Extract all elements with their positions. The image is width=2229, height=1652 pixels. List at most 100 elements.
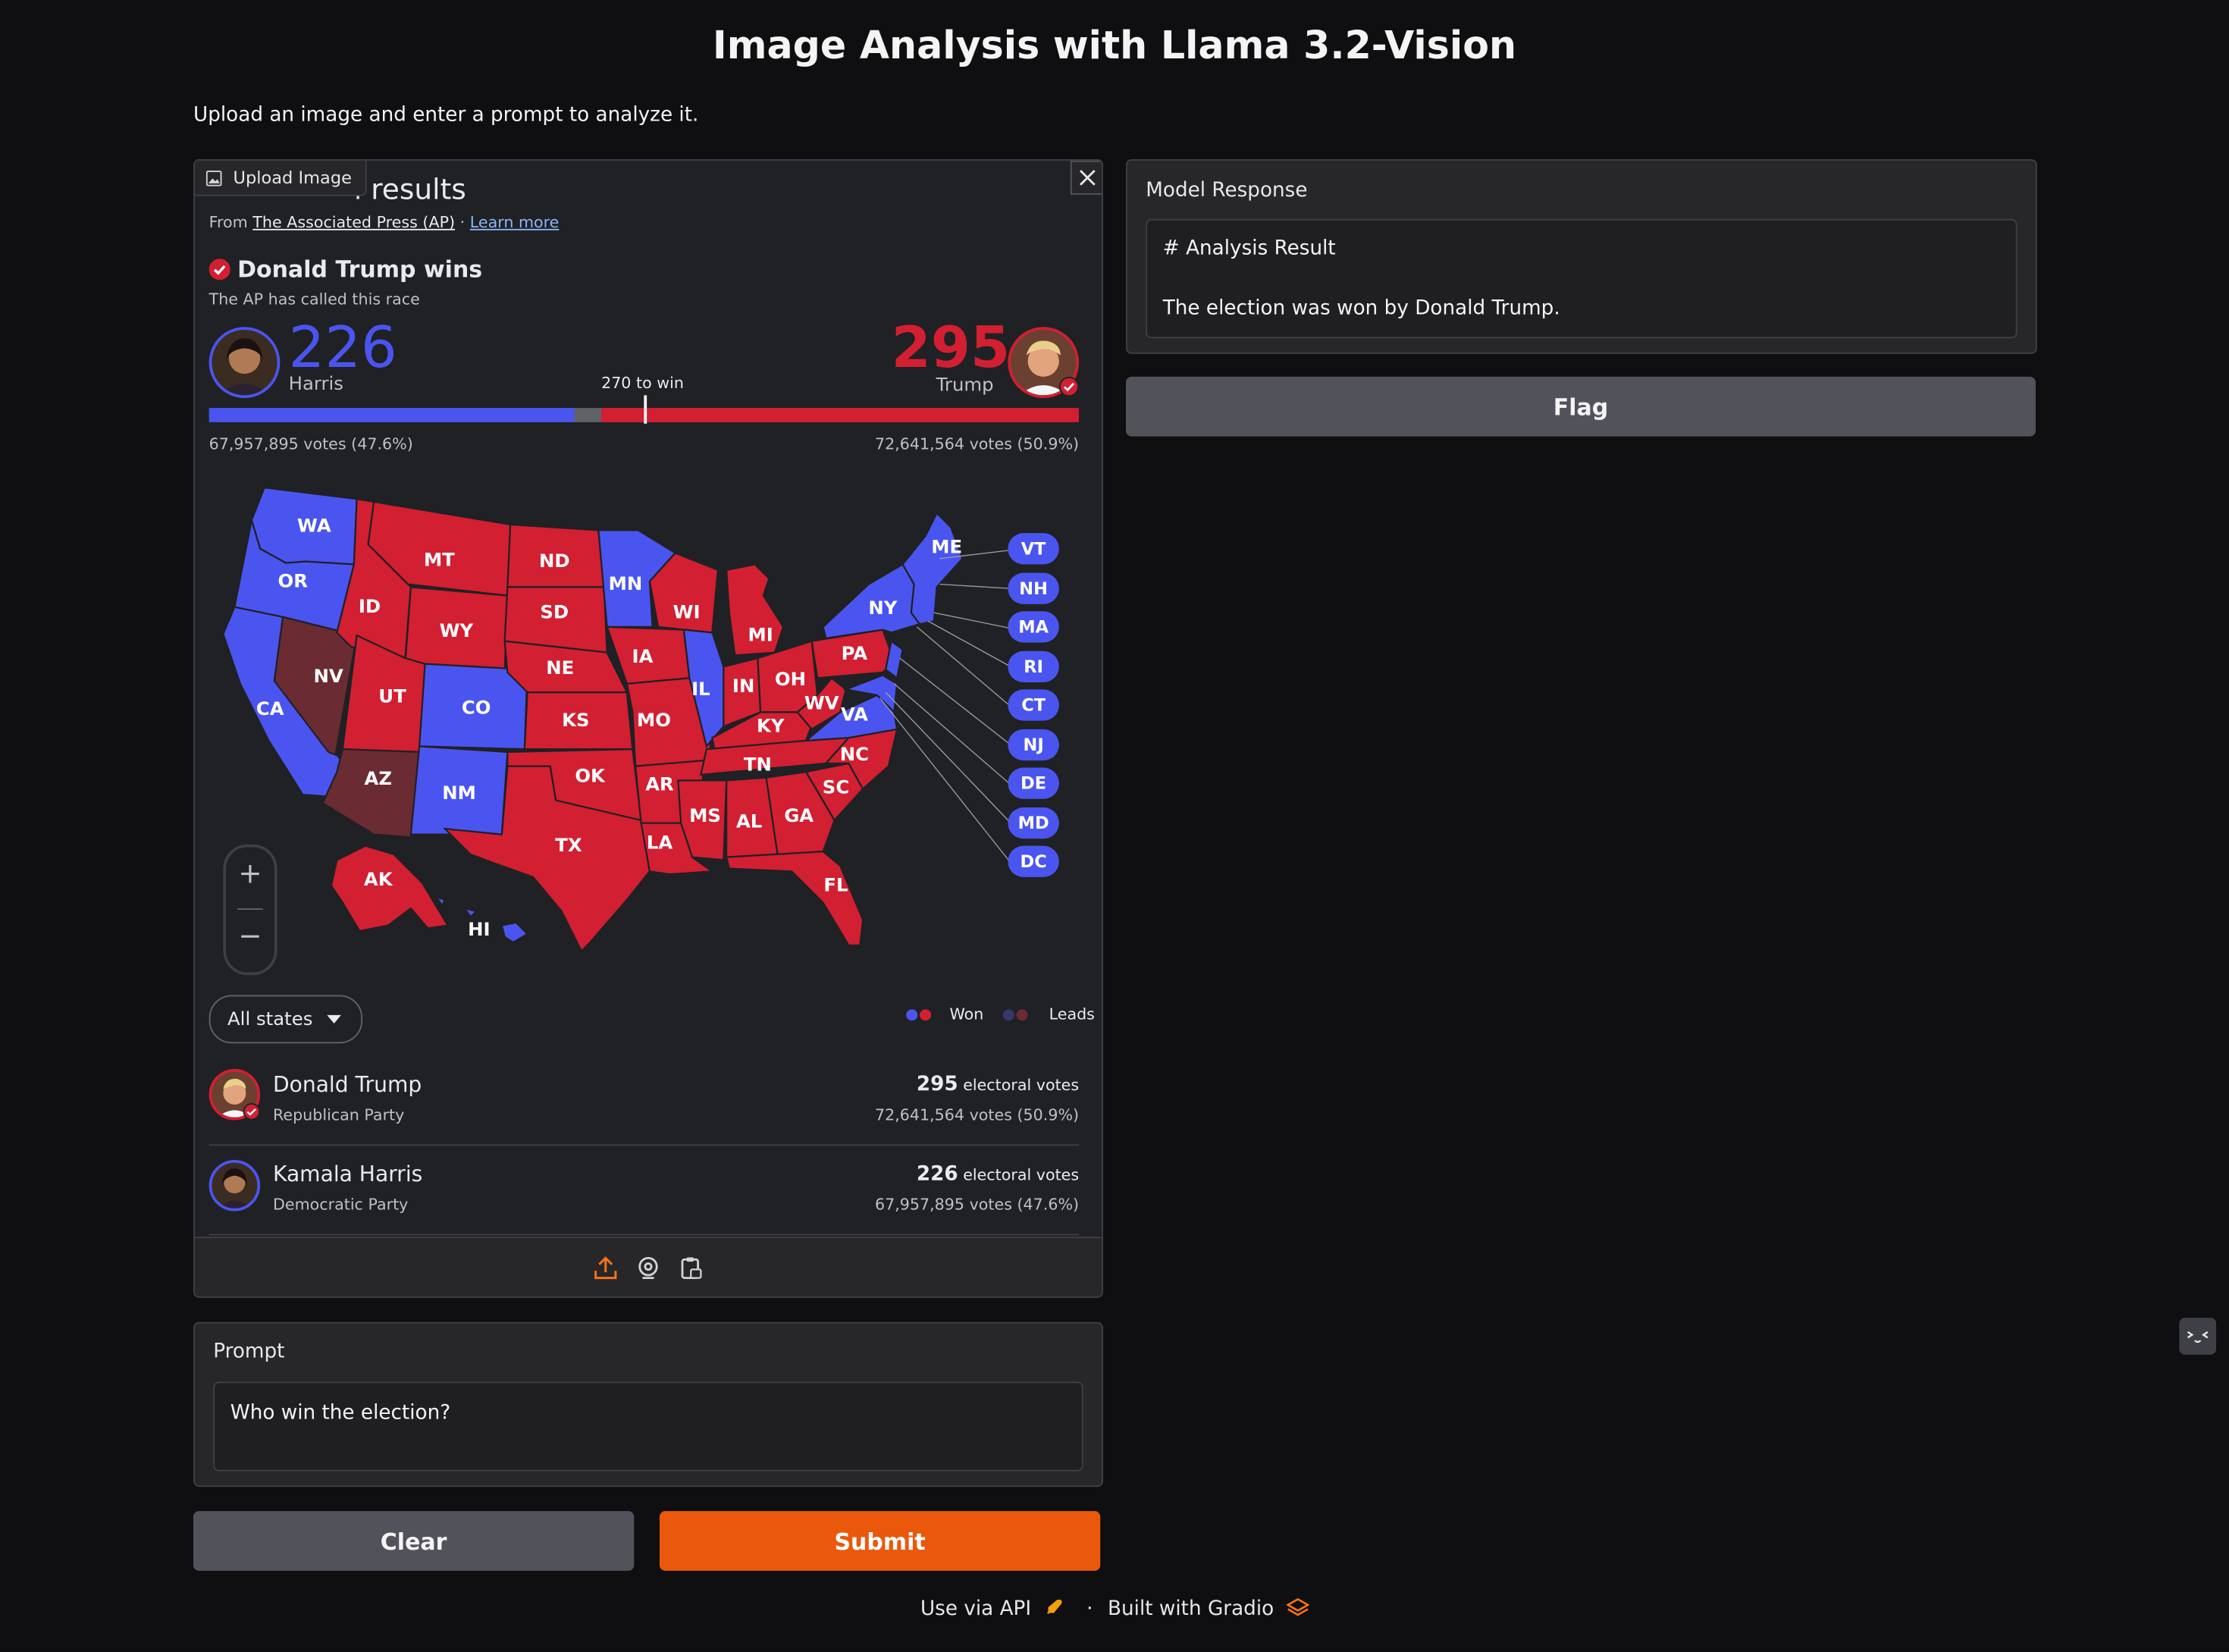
floating-widget-button[interactable] bbox=[2179, 1318, 2217, 1355]
source-prefix: From bbox=[208, 213, 248, 232]
prompt-block: Prompt Who win the election? bbox=[193, 1321, 1103, 1487]
separator: · bbox=[459, 213, 466, 232]
image-upload-widget[interactable]: l results From The Associated Press (AP)… bbox=[193, 159, 1103, 1298]
label-pa: PA bbox=[842, 642, 868, 664]
label-wy: WY bbox=[440, 619, 474, 641]
label-ak: AK bbox=[364, 868, 393, 890]
response-line-2: The election was won by Donald Trump. bbox=[1162, 296, 1560, 320]
label-ks: KS bbox=[562, 709, 589, 731]
image-icon bbox=[205, 170, 222, 186]
submit-button[interactable]: Submit bbox=[660, 1511, 1101, 1571]
candidate-party: Democratic Party bbox=[273, 1195, 409, 1215]
candidate-votes: 72,641,564 votes (50.9%) bbox=[874, 1105, 1080, 1125]
source-link[interactable]: The Associated Press (AP) bbox=[252, 213, 455, 231]
label-dc: DC bbox=[1008, 845, 1059, 877]
label-nh: NH bbox=[1008, 572, 1059, 603]
candidate-votes: 67,957,895 votes (47.6%) bbox=[874, 1195, 1080, 1215]
label-ne: NE bbox=[546, 657, 574, 679]
clipboard-icon[interactable] bbox=[678, 1255, 704, 1281]
label-me: ME bbox=[931, 535, 962, 557]
candidate-party: Republican Party bbox=[273, 1105, 405, 1125]
zoom-out-button[interactable]: − bbox=[226, 918, 274, 952]
label-az: AZ bbox=[364, 767, 392, 789]
legend-leads: Leads bbox=[1049, 1005, 1095, 1023]
gradio-logo-icon bbox=[1285, 1597, 1309, 1616]
label-vt: VT bbox=[1008, 533, 1059, 565]
footer: Use via API · Built with Gradio bbox=[0, 1598, 2229, 1621]
built-with-gradio-link[interactable]: Built with Gradio bbox=[1108, 1598, 1274, 1621]
leads-swatch-icon bbox=[1002, 1008, 1028, 1020]
label-mo: MO bbox=[637, 709, 671, 731]
uploaded-image: l results From The Associated Press (AP)… bbox=[194, 160, 1102, 1237]
label-md: MD bbox=[1008, 807, 1059, 839]
image-input-label: Upload Image bbox=[194, 160, 368, 196]
candidate-row-harris: Kamala Harris Democratic Party 226 elect… bbox=[208, 1146, 1080, 1236]
label-id: ID bbox=[359, 595, 381, 617]
ev-bar-harris bbox=[208, 408, 575, 422]
label-va: VA bbox=[841, 704, 868, 726]
state-filter-label: All states bbox=[227, 1008, 313, 1030]
threshold-label: 270 to win bbox=[601, 374, 684, 393]
image-source-toolbar bbox=[194, 1237, 1102, 1296]
label-la: LA bbox=[647, 831, 673, 853]
label-mt: MT bbox=[424, 548, 455, 570]
page-description: Upload an image and enter a prompt to an… bbox=[193, 103, 699, 127]
legend-won: Won bbox=[949, 1005, 984, 1023]
label-wi: WI bbox=[673, 601, 701, 623]
clear-button[interactable]: Clear bbox=[193, 1511, 635, 1571]
model-response-output[interactable]: # Analysis Result The election was won b… bbox=[1146, 218, 2017, 339]
learn-more-link[interactable]: Learn more bbox=[470, 213, 560, 231]
us-electoral-map: WA OR CA NV ID MT WY UT CO AZ NM ND SD N… bbox=[222, 486, 1011, 953]
use-via-api-link[interactable]: Use via API bbox=[920, 1598, 1031, 1621]
ev-bar-270-marker bbox=[644, 395, 647, 424]
trump-label: Trump bbox=[936, 375, 994, 397]
flag-button[interactable]: Flag bbox=[1126, 376, 2036, 437]
upload-icon[interactable] bbox=[593, 1255, 619, 1281]
rocket-icon bbox=[1046, 1600, 1062, 1614]
remove-image-button[interactable] bbox=[1070, 160, 1102, 195]
candidate-name: Donald Trump bbox=[273, 1071, 422, 1098]
label-oh: OH bbox=[775, 668, 806, 690]
check-circle-icon bbox=[208, 259, 230, 281]
label-ct: CT bbox=[1008, 689, 1059, 721]
label-or: OR bbox=[278, 569, 309, 591]
label-nd: ND bbox=[539, 550, 570, 572]
harris-ev: 226 bbox=[288, 315, 397, 381]
harris-votes: 67,957,895 votes (47.6%) bbox=[208, 434, 413, 454]
label-ca: CA bbox=[256, 697, 284, 719]
footer-separator: · bbox=[1086, 1597, 1093, 1621]
label-hi: HI bbox=[468, 918, 490, 940]
label-mi: MI bbox=[748, 624, 773, 646]
candidate-ev-suffix: electoral votes bbox=[963, 1165, 1080, 1184]
webcam-icon[interactable] bbox=[635, 1255, 661, 1281]
candidate-ev-value: 295 bbox=[916, 1073, 958, 1096]
ev-bar-trump bbox=[601, 408, 1080, 422]
zoom-divider bbox=[237, 908, 263, 910]
won-swatch-icon bbox=[906, 1008, 932, 1020]
label-ri: RI bbox=[1008, 650, 1059, 682]
label-nv: NV bbox=[314, 665, 343, 687]
label-sd: SD bbox=[540, 601, 569, 623]
candidate-row-trump: Donald Trump Republican Party 295 electo… bbox=[208, 1056, 1080, 1146]
winner-text: Donald Trump wins bbox=[237, 255, 483, 284]
trump-check-icon bbox=[1058, 376, 1080, 397]
label-fl: FL bbox=[823, 874, 848, 896]
map-legend: Won Leads bbox=[905, 1005, 1095, 1023]
candidate-ev: 295 electoral votes bbox=[917, 1074, 1079, 1096]
candidate-ev-suffix: electoral votes bbox=[963, 1076, 1080, 1095]
label-tx: TX bbox=[555, 834, 582, 856]
prompt-input-value: Who win the election? bbox=[230, 1401, 451, 1425]
harris-label: Harris bbox=[288, 374, 343, 396]
caret-down-icon bbox=[327, 1014, 341, 1023]
label-nc: NC bbox=[840, 743, 869, 765]
label-nm: NM bbox=[442, 782, 476, 804]
label-ia: IA bbox=[632, 645, 654, 667]
label-tn: TN bbox=[744, 753, 772, 775]
close-icon bbox=[1080, 170, 1096, 186]
map-zoom-control: + − bbox=[223, 844, 277, 976]
state-filter-dropdown[interactable]: All states bbox=[208, 995, 363, 1044]
label-ny: NY bbox=[868, 597, 897, 619]
prompt-input[interactable]: Who win the election? bbox=[213, 1381, 1083, 1472]
zoom-in-button[interactable]: + bbox=[226, 856, 274, 890]
label-in: IN bbox=[732, 675, 754, 697]
